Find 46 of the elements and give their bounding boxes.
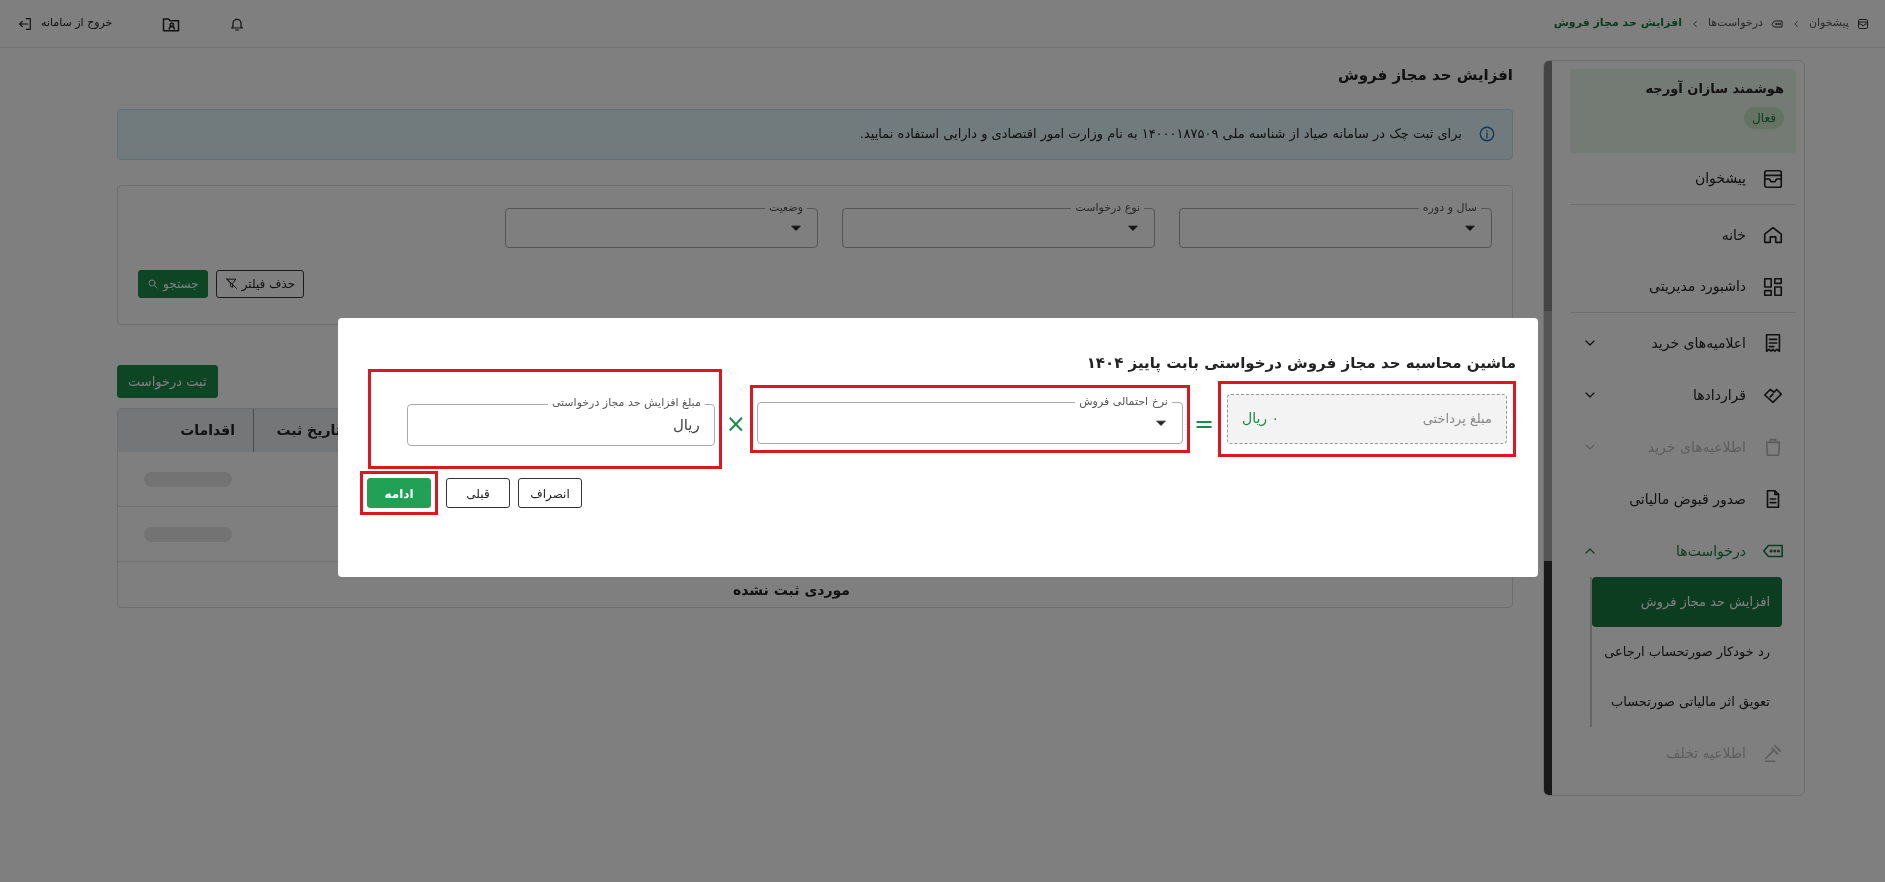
sidebar-item[interactable]: پیشخوان (1570, 153, 1796, 205)
dialog-button[interactable]: قبلی (446, 477, 510, 508)
scrollbar[interactable] (1544, 61, 1552, 795)
home-icon (1762, 224, 1784, 246)
search-icon (147, 277, 159, 290)
dialog-title: ماشین محاسبه حد مجاز فروش درخواستی بابت پاییز ۱۴۰۴ (1085, 353, 1516, 375)
sidebar-item[interactable]: اعلامیه‌های خرید (1570, 317, 1796, 369)
logout-icon (17, 15, 33, 32)
sidebar-item[interactable]: داشبورد مدیریتی (1570, 261, 1796, 313)
operator-sign: = (1193, 411, 1214, 436)
sidebar-item[interactable]: خانه (1570, 209, 1796, 261)
continue-button[interactable]: ادامه (367, 477, 431, 508)
sidebar-subitem[interactable]: رد خودکار صورتحساب ارجاعی (1592, 627, 1782, 677)
alert-text: برای ثبت چک در سامانه صیاد از شناسه ملی ۱۴۰۰۰۱۸۷۵۰۹ به نام وزارت امور اقتصادی و دارایی استفاده نمایید. (859, 125, 1462, 144)
dialog-button[interactable]: انصراف (518, 477, 582, 508)
caret-icon (1128, 224, 1138, 231)
field-label: مبلغ پرداختی (1422, 409, 1492, 428)
page-title: افزایش حد مجاز فروش (1337, 65, 1513, 86)
amount-value: ۰ ریال (1242, 409, 1280, 429)
breadcrumb-link[interactable]: افزایش حد مجاز فروش (1553, 15, 1682, 32)
caret-icon (1465, 224, 1475, 231)
operator-sign: × (725, 411, 746, 436)
caret-icon (1155, 419, 1166, 426)
column-header: اقدامات (179, 421, 236, 440)
gavel-icon (1762, 742, 1784, 764)
organization-name: هوشمند سازان آورجه (1644, 79, 1784, 98)
sidebar-item[interactable]: درخواست‌ها (1570, 525, 1796, 577)
breadcrumb-link[interactable]: پیشخوان (1808, 15, 1849, 32)
logout-button[interactable]: خروج از سامانه (16, 14, 114, 33)
sidebar-subitem[interactable]: تعویق اثر مالیاتی صورتحساب (1592, 677, 1782, 727)
sidebar-item[interactable]: قراردادها (1570, 369, 1796, 421)
filter-off-icon (224, 277, 238, 290)
sidebar-item[interactable]: صدور قبوض مالیاتی (1570, 473, 1796, 525)
status-badge: فعال (1744, 106, 1784, 129)
search-button[interactable]: جستجو (138, 269, 208, 298)
sidebar-subitem[interactable]: افزایش حد مجاز فروش (1592, 577, 1782, 627)
caret-icon (791, 224, 801, 231)
register-request-button[interactable]: ثبت درخواست (117, 364, 218, 398)
clear-filter-button[interactable]: حذف فیلتر (215, 269, 305, 298)
tag-icon (1770, 17, 1783, 30)
inbox-icon (1857, 17, 1869, 30)
empty-message: موردی ثبت نشده (733, 581, 850, 601)
inbox-icon (1762, 167, 1784, 190)
breadcrumb-link[interactable]: درخواست‌ها (1707, 15, 1763, 32)
grid-icon (1762, 275, 1784, 298)
info-icon (1478, 125, 1496, 143)
